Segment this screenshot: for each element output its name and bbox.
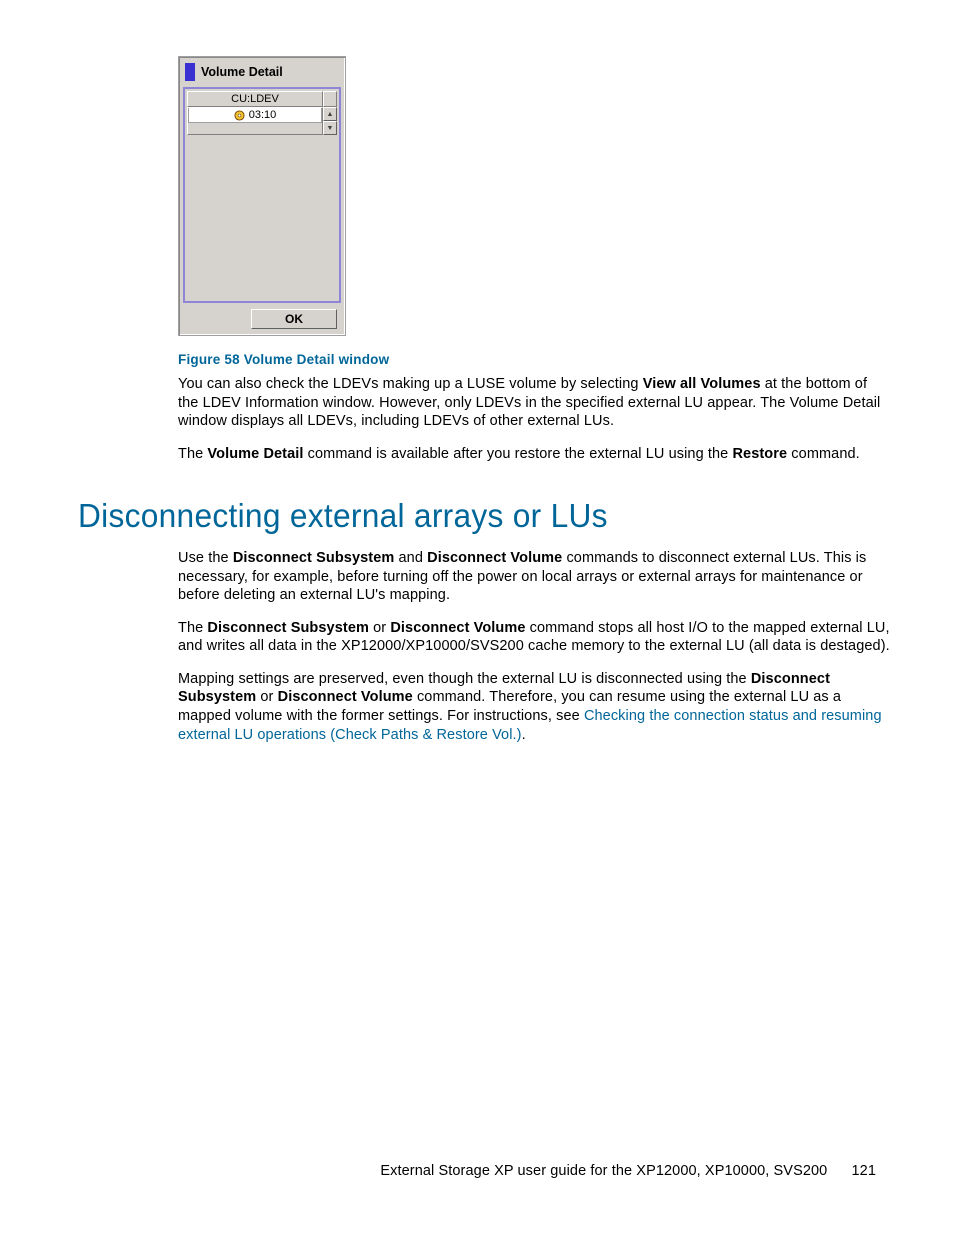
volume-detail-window: Volume Detail CU:LDEV [178, 56, 346, 336]
paragraph: You can also check the LDEVs making up a… [178, 375, 890, 431]
page-footer: External Storage XP user guide for the X… [380, 1163, 876, 1179]
paragraph: Mapping settings are preserved, even tho… [178, 670, 890, 744]
scroll-down-button[interactable]: ▼ [323, 121, 337, 135]
title-bullet-icon [185, 63, 195, 81]
ok-button[interactable]: OK [251, 309, 337, 329]
col-header-spacer [323, 91, 337, 107]
page: Volume Detail CU:LDEV [0, 0, 954, 1235]
table-empty-area [188, 123, 322, 134]
paragraph: Use the Disconnect Subsystem and Disconn… [178, 549, 890, 605]
footer-text: External Storage XP user guide for the X… [380, 1163, 827, 1179]
section-heading: Disconnecting external arrays or LUs [78, 497, 844, 535]
disk-icon [234, 110, 245, 121]
volume-detail-titlebar: Volume Detail [183, 61, 341, 87]
scroll-up-button[interactable]: ▲ [323, 107, 337, 121]
paragraph: The Disconnect Subsystem or Disconnect V… [178, 619, 890, 656]
table-header-row: CU:LDEV [187, 91, 337, 107]
volume-detail-list: CU:LDEV 03:10 [183, 87, 341, 303]
scrollbar[interactable]: ▲ ▼ [323, 107, 337, 135]
paragraph: The Volume Detail command is available a… [178, 445, 890, 464]
table-cell-value: 03:10 [249, 109, 277, 121]
page-number: 121 [852, 1163, 877, 1179]
volume-detail-title: Volume Detail [201, 65, 283, 79]
figure-caption: Figure 58 Volume Detail window [178, 352, 890, 367]
col-header-culdev[interactable]: CU:LDEV [187, 91, 323, 107]
table-row[interactable]: 03:10 [188, 108, 322, 123]
